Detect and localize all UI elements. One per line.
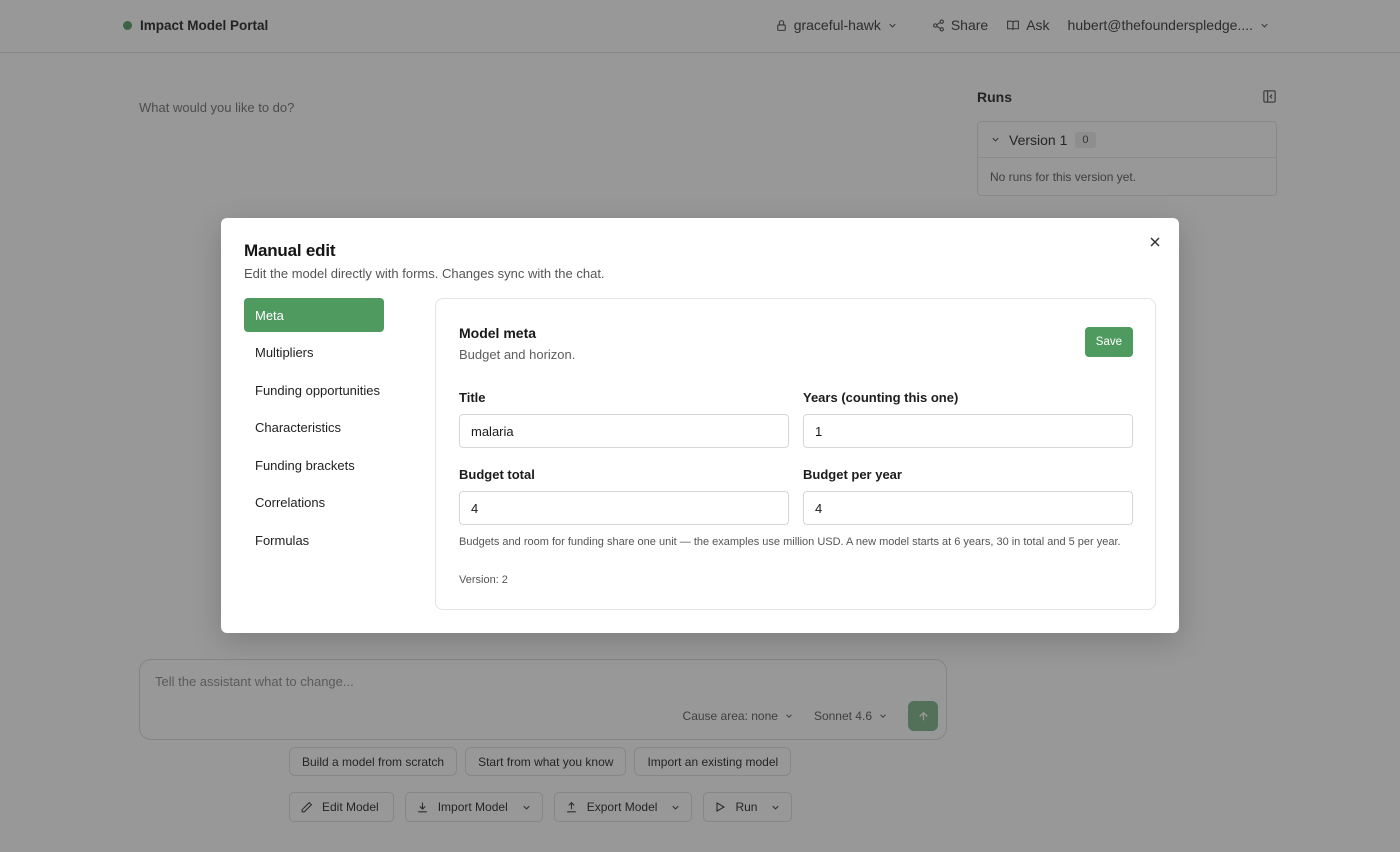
budget-total-label: Budget total [459, 467, 535, 482]
model-meta-panel: Model meta Budget and horizon. Save Titl… [435, 298, 1156, 610]
years-input[interactable] [803, 414, 1133, 448]
budget-total-field: Budget total [459, 467, 789, 525]
budget-per-year-label: Budget per year [803, 467, 902, 482]
title-label: Title [459, 390, 486, 405]
nav-item-characteristics[interactable]: Characteristics [244, 411, 384, 445]
panel-subtitle: Budget and horizon. [459, 347, 576, 362]
close-icon [1150, 237, 1160, 247]
nav-item-funding-opportunities[interactable]: Funding opportunities [244, 373, 384, 407]
budget-per-year-input[interactable] [803, 491, 1133, 525]
budget-total-input[interactable] [459, 491, 789, 525]
version-note: Version: 2 [459, 574, 508, 586]
title-input[interactable] [459, 414, 789, 448]
edit-section-nav: Meta Multipliers Funding opportunities C… [244, 298, 384, 561]
close-button[interactable] [1147, 234, 1163, 250]
dialog-title: Manual edit [244, 241, 336, 260]
nav-item-funding-brackets[interactable]: Funding brackets [244, 448, 384, 482]
dialog-subtitle: Edit the model directly with forms. Chan… [244, 266, 605, 281]
nav-item-meta[interactable]: Meta [244, 298, 384, 332]
years-field: Years (counting this one) [803, 390, 1133, 448]
nav-item-formulas[interactable]: Formulas [244, 523, 384, 557]
nav-item-correlations[interactable]: Correlations [244, 486, 384, 520]
save-button[interactable]: Save [1084, 327, 1133, 357]
panel-title: Model meta [459, 325, 537, 341]
years-label: Years (counting this one) [803, 390, 959, 405]
budget-per-year-field: Budget per year [803, 467, 1133, 525]
title-field: Title [459, 390, 789, 448]
manual-edit-dialog: Manual edit Edit the model directly with… [221, 218, 1179, 633]
budget-help-note: Budgets and room for funding share one u… [459, 536, 1121, 548]
nav-item-multipliers[interactable]: Multipliers [244, 336, 384, 370]
